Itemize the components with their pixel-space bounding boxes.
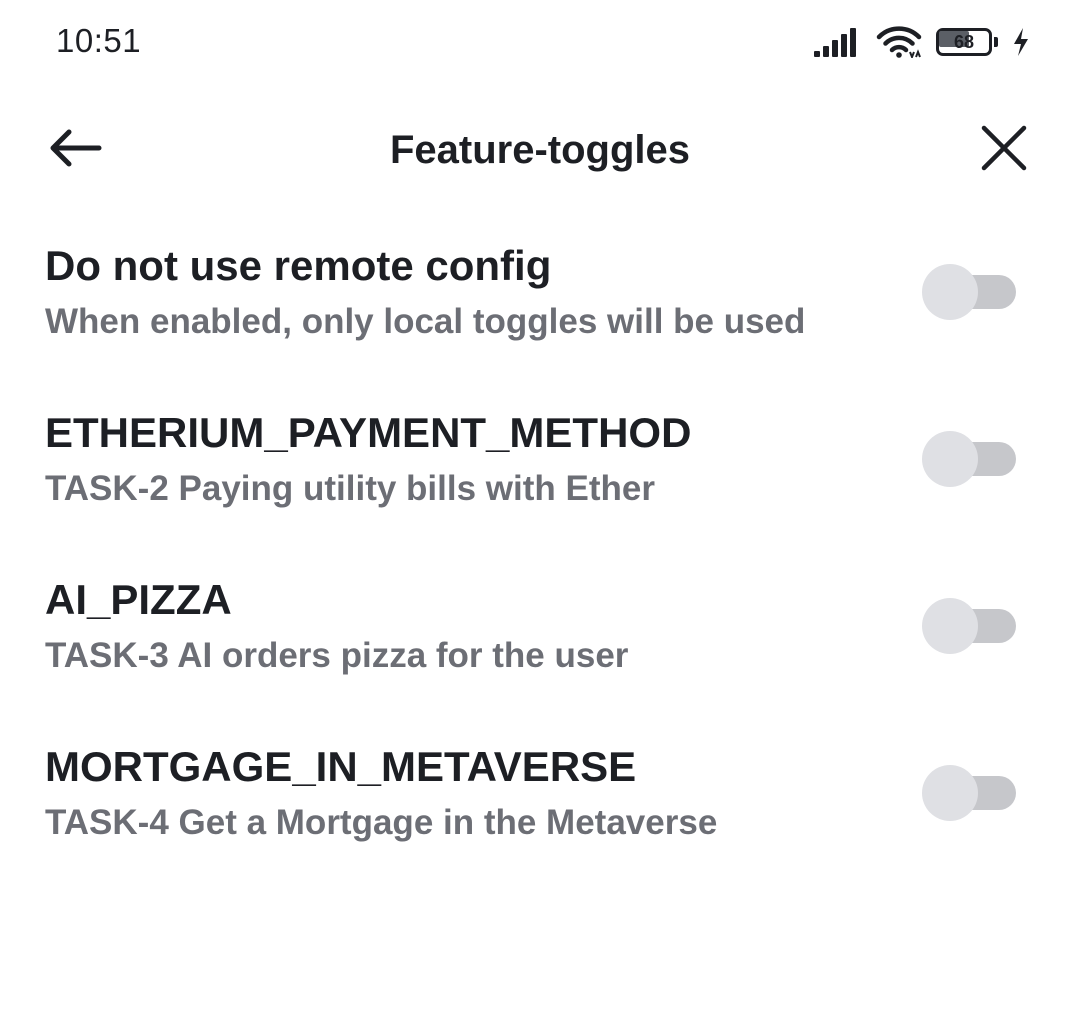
- battery-level: 68: [953, 32, 975, 52]
- arrow-left-icon: [50, 129, 102, 172]
- toggle-row-etherium-payment-method[interactable]: ETHERIUM_PAYMENT_METHOD TASK-2 Paying ut…: [0, 389, 1080, 556]
- page-title: Feature-toggles: [389, 128, 691, 172]
- toggle-row-mortgage-in-metaverse[interactable]: MORTGAGE_IN_METAVERSE TASK-4 Get a Mortg…: [0, 723, 1080, 890]
- wifi-icon: [876, 26, 922, 58]
- back-button[interactable]: [34, 110, 118, 190]
- status-bar: 10:51 68: [0, 0, 1080, 84]
- toggle-switch[interactable]: [922, 763, 1018, 821]
- toggle-description: When enabled, only local toggles will be…: [45, 302, 806, 341]
- toggle-title: Do not use remote config: [45, 242, 552, 289]
- status-time: 10:51: [56, 22, 142, 59]
- status-icons: 68: [814, 22, 1030, 62]
- close-icon: [981, 125, 1027, 176]
- charging-icon: [1012, 27, 1030, 57]
- toggle-title: AI_PIZZA: [45, 576, 232, 623]
- toggle-title: MORTGAGE_IN_METAVERSE: [45, 743, 637, 790]
- toggle-row-ai-pizza[interactable]: AI_PIZZA TASK-3 AI orders pizza for the …: [0, 556, 1080, 723]
- toggle-description: TASK-4 Get a Mortgage in the Metaverse: [45, 803, 718, 842]
- toggle-description: TASK-2 Paying utility bills with Ether: [45, 469, 655, 508]
- toggle-switch[interactable]: [922, 429, 1018, 487]
- feature-toggle-list: Do not use remote config When enabled, o…: [0, 222, 1080, 890]
- toggle-switch[interactable]: [922, 596, 1018, 654]
- switch-thumb: [922, 264, 978, 320]
- signal-icon: [814, 27, 862, 57]
- toggle-switch[interactable]: [922, 262, 1018, 320]
- switch-thumb: [922, 431, 978, 487]
- switch-thumb: [922, 765, 978, 821]
- toggle-row-remote-config[interactable]: Do not use remote config When enabled, o…: [0, 222, 1080, 389]
- app-bar: Feature-toggles: [0, 100, 1080, 200]
- switch-thumb: [922, 598, 978, 654]
- toggle-description: TASK-3 AI orders pizza for the user: [45, 636, 629, 675]
- close-button[interactable]: [964, 110, 1044, 190]
- toggle-title: ETHERIUM_PAYMENT_METHOD: [45, 409, 692, 456]
- battery-icon: 68: [936, 28, 998, 56]
- battery-cap: [994, 37, 998, 47]
